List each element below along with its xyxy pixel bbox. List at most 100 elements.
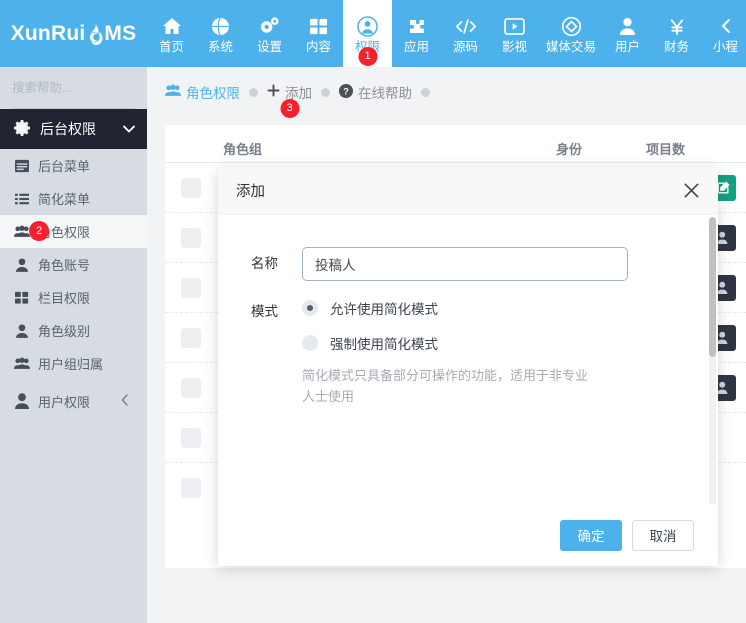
confirm-button[interactable]: 确定 (560, 519, 622, 551)
radio-option-force-simple-mode[interactable]: 强制使用简化模式 (302, 330, 628, 356)
flame-c-icon (84, 21, 106, 46)
grid-icon (309, 15, 328, 37)
modal-header: 添加 (218, 167, 718, 215)
nav-item-label: 用户 (614, 40, 640, 54)
video-icon (504, 15, 525, 37)
nav-item-content[interactable]: 内容 (294, 0, 343, 67)
breadcrumb-item-online-help[interactable]: ? 在线帮助 (339, 82, 412, 102)
breadcrumb-item-role-permissions[interactable]: 角色权限 (165, 82, 240, 102)
radio-icon[interactable] (302, 300, 318, 316)
name-input[interactable] (302, 247, 628, 281)
modal-body: 名称 模式 允许使用简化模式 强制使用简化模式 简化模式只具备部分可操作的功能，… (218, 215, 718, 504)
sidebar-group-backend-permissions[interactable]: 后台权限 (0, 109, 147, 149)
diamond-icon (561, 15, 582, 37)
nav-item-home[interactable]: 首页 (147, 0, 196, 67)
nav-item-label: 首页 (158, 40, 184, 54)
table-header-identity: 身份 (556, 142, 583, 157)
sidebar-item-label: 简化菜单 (38, 192, 91, 207)
sidebar-item-label: 后台菜单 (38, 159, 91, 174)
nav-item-label: 影视 (501, 40, 527, 54)
sidebar-item-role-permissions[interactable]: 角色权限 2 (0, 215, 147, 248)
users-icon (165, 84, 181, 100)
modal-title: 添加 (236, 184, 265, 200)
sidebar-item-user-permissions[interactable]: 用户权限 (0, 380, 147, 422)
sidebar-item-label: 用户权限 (38, 394, 91, 410)
breadcrumb-item-add[interactable]: 添加 3 (267, 82, 312, 118)
app-logo[interactable]: XunRui MS (0, 0, 147, 67)
nav-item-permissions[interactable]: 权限 1 (343, 0, 392, 67)
grid-icon (14, 291, 30, 305)
globe-icon (211, 15, 230, 37)
nav-item-finance[interactable]: 财务 (652, 0, 701, 67)
sidebar-item-backend-menu[interactable]: 后台菜单 (0, 149, 147, 182)
code-icon (455, 15, 477, 37)
nav-badge: 1 (358, 47, 377, 66)
sidebar-search[interactable] (12, 67, 189, 109)
logo-text-after: MS (104, 21, 137, 45)
logo-text-before: XunRui (10, 21, 86, 45)
breadcrumb-label: 在线帮助 (358, 86, 412, 101)
breadcrumb-badge: 3 (280, 99, 299, 118)
window-icon (14, 159, 30, 173)
row-checkbox[interactable] (181, 478, 201, 498)
list-icon (14, 192, 30, 206)
nav-item-users[interactable]: 用户 (603, 0, 652, 67)
radio-label: 允许使用简化模式 (330, 302, 438, 317)
mode-control: 允许使用简化模式 强制使用简化模式 简化模式只具备部分可操作的功能，适用于非专业… (302, 295, 718, 407)
mode-hint-text: 简化模式只具备部分可操作的功能，适用于非专业人士使用 (302, 368, 589, 404)
sidebar-item-role-account[interactable]: 角色账号 (0, 248, 147, 281)
nav-item-settings[interactable]: 设置 (245, 0, 294, 67)
svg-text:?: ? (343, 86, 349, 96)
nav-item-system[interactable]: 系统 (196, 0, 245, 67)
nav-item-label: 应用 (403, 40, 429, 54)
row-checkbox[interactable] (181, 277, 201, 298)
puzzle-icon (407, 15, 427, 37)
sidebar-item-label: 栏目权限 (38, 291, 91, 306)
field-row-name: 名称 (218, 247, 718, 281)
sidebar-item-usergroup-belonging[interactable]: 用户组归属 (0, 347, 147, 380)
nav-item-media-trade[interactable]: 媒体交易 (539, 0, 603, 67)
nav-item-label: 源码 (452, 40, 478, 54)
chevron-icon (717, 15, 735, 37)
user-icon (619, 15, 636, 37)
cancel-button[interactable]: 取消 (632, 519, 694, 551)
breadcrumb-separator-dot (249, 87, 258, 97)
row-checkbox[interactable] (181, 227, 201, 248)
breadcrumb: 角色权限 添加 3 ? 在线帮助 (147, 67, 746, 118)
user-circle-icon (357, 15, 378, 37)
row-checkbox[interactable] (181, 327, 201, 348)
chevron-left-icon[interactable] (121, 393, 129, 409)
nav-item-miniprogram[interactable]: 小程 (701, 0, 746, 67)
radio-option-allow-simple-mode[interactable]: 允许使用简化模式 (302, 295, 628, 321)
sidebar-item-role-level[interactable]: 角色级别 (0, 314, 147, 347)
nav-item-apps[interactable]: 应用 (392, 0, 441, 67)
chevron-down-icon[interactable] (123, 122, 135, 136)
radio-label: 强制使用简化模式 (330, 337, 438, 352)
sidebar-item-simple-menu[interactable]: 简化菜单 (0, 182, 147, 215)
gear-icon (14, 119, 30, 139)
radio-icon[interactable] (302, 335, 318, 351)
modal-scrollbar[interactable] (709, 217, 716, 504)
name-label: 名称 (251, 256, 278, 271)
top-nav-items: 首页 系统 设置 内容 权限 1 应用 源码 影视 (147, 0, 746, 67)
row-checkbox[interactable] (181, 177, 201, 198)
nav-item-label: 系统 (207, 40, 233, 54)
row-checkbox[interactable] (181, 427, 201, 448)
user-icon (14, 323, 30, 338)
row-checkbox[interactable] (181, 377, 201, 398)
close-icon[interactable] (680, 180, 702, 202)
nav-item-label: 媒体交易 (545, 40, 596, 54)
user-icon (14, 257, 30, 272)
field-row-mode: 模式 允许使用简化模式 强制使用简化模式 简化模式只具备部分可操作的功能，适用于… (218, 295, 718, 407)
nav-item-label: 设置 (256, 40, 282, 54)
sidebar-item-column-permissions[interactable]: 栏目权限 (0, 281, 147, 314)
users-icon (14, 357, 30, 370)
nav-item-sourcecode[interactable]: 源码 (441, 0, 490, 67)
nav-item-video[interactable]: 影视 (490, 0, 539, 67)
sidebar-item-label: 用户组归属 (38, 357, 104, 372)
breadcrumb-label: 角色权限 (186, 86, 240, 101)
sidebar-item-label: 角色级别 (38, 324, 91, 339)
plus-icon (267, 84, 280, 100)
name-control (302, 247, 718, 281)
nav-item-label: 内容 (305, 40, 331, 54)
